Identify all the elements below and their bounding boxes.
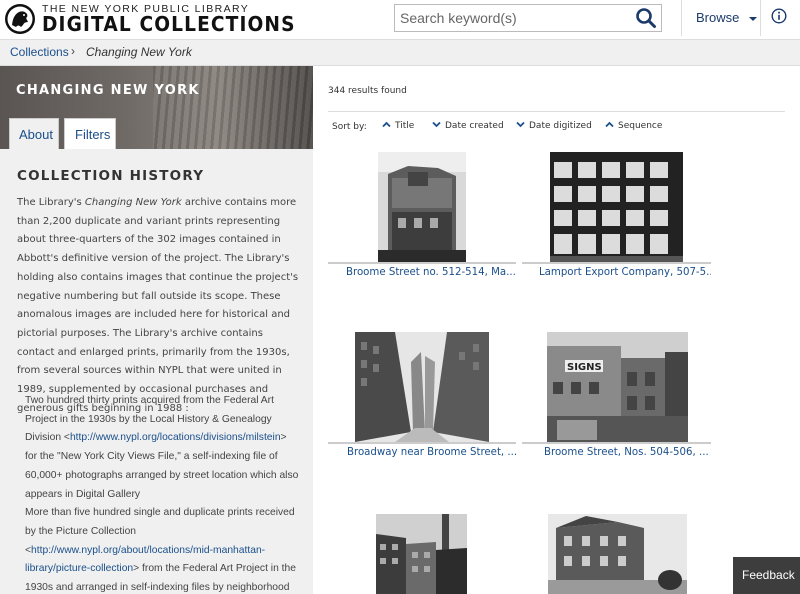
header-divider <box>760 0 761 36</box>
divider <box>328 111 785 112</box>
sort-title[interactable]: Title <box>382 121 414 131</box>
browse-label: Browse <box>696 10 740 25</box>
search-box <box>394 4 662 32</box>
result-title[interactable]: Broome Street, Nos. 504-506, ... <box>544 447 711 458</box>
caret-down-icon <box>748 16 757 21</box>
sort-sequence[interactable]: Sequence <box>605 121 662 131</box>
about-panel: COLLECTION HISTORY The Library's Changin… <box>0 149 313 594</box>
tab-label: About <box>19 127 53 142</box>
result-card[interactable]: Lamport Export Company, 507-5... <box>522 152 711 282</box>
results-panel: 344 results found Sort by: Title Date cr… <box>313 66 800 594</box>
search-input[interactable] <box>395 5 627 31</box>
section-title: COLLECTION HISTORY <box>17 168 205 184</box>
site-header: THE NEW YORK PUBLIC LIBRARY DIGITAL COLL… <box>0 0 800 40</box>
nypl-lion-logo[interactable] <box>4 3 36 35</box>
feedback-button[interactable]: Feedback <box>733 557 800 594</box>
result-title[interactable]: Lamport Export Company, 507-5... <box>539 267 711 278</box>
result-card[interactable] <box>328 514 516 594</box>
result-thumbnail[interactable] <box>355 332 489 442</box>
breadcrumb: Collections › Changing New York <box>0 40 800 66</box>
result-card[interactable]: Broome Street no. 512-514, Ma... <box>328 152 516 282</box>
result-card[interactable] <box>522 514 711 594</box>
result-card[interactable]: Broadway near Broome Street, ... <box>328 332 516 462</box>
result-thumbnail[interactable] <box>550 152 683 262</box>
results-count: 344 results found <box>328 86 407 96</box>
result-thumbnail[interactable]: SIGNS <box>547 332 688 442</box>
browse-menu[interactable]: Browse <box>696 10 758 25</box>
collection-sidebar: CHANGING NEW YORK About Filters COLLECTI… <box>0 66 313 594</box>
result-thumbnail[interactable] <box>378 152 466 262</box>
source-item: More than five hundred single and duplic… <box>25 507 296 594</box>
tab-label: Filters <box>75 127 111 142</box>
chevron-down-icon <box>516 121 525 128</box>
tab-about[interactable]: About <box>9 118 59 149</box>
result-thumbnail[interactable] <box>548 514 687 594</box>
result-card[interactable]: SIGNS Broome Street, Nos. 504-506, ... <box>522 332 711 462</box>
chevron-down-icon <box>432 121 441 128</box>
source-link[interactable]: http://www.nypl.org/locations/divisions/… <box>70 432 281 443</box>
chevron-up-icon <box>605 121 614 128</box>
card-divider <box>522 262 711 264</box>
sort-label: Sort by: <box>332 122 367 132</box>
source-item: Two hundred thirty prints acquired from … <box>25 395 299 500</box>
result-thumbnail[interactable] <box>376 514 467 594</box>
brand-title[interactable]: DIGITAL COLLECTIONS <box>42 13 296 35</box>
collection-sources: Two hundred thirty prints acquired from … <box>25 392 301 594</box>
info-icon[interactable] <box>771 8 787 24</box>
collection-history-text: The Library's Changing New York archive … <box>17 197 299 414</box>
breadcrumb-current: Changing New York <box>86 45 192 59</box>
chevron-up-icon <box>382 121 391 128</box>
banner-image <box>153 66 313 149</box>
card-divider <box>522 442 711 444</box>
sort-date-created[interactable]: Date created <box>432 121 504 131</box>
tab-filters[interactable]: Filters <box>64 118 116 149</box>
result-title[interactable]: Broome Street no. 512-514, Ma... <box>346 267 516 278</box>
card-divider <box>328 442 516 444</box>
svg-text:SIGNS: SIGNS <box>567 362 602 373</box>
card-divider <box>328 262 516 264</box>
search-icon[interactable] <box>633 6 659 30</box>
sort-date-digitized[interactable]: Date digitized <box>516 121 592 131</box>
breadcrumb-collections[interactable]: Collections <box>10 45 69 59</box>
result-title[interactable]: Broadway near Broome Street, ... <box>347 447 516 458</box>
feedback-label: Feedback <box>742 568 795 582</box>
collection-title: CHANGING NEW YORK <box>16 83 200 98</box>
collection-banner: CHANGING NEW YORK About Filters <box>0 66 313 149</box>
header-divider <box>681 0 682 36</box>
chevron-right-icon: › <box>71 44 75 58</box>
